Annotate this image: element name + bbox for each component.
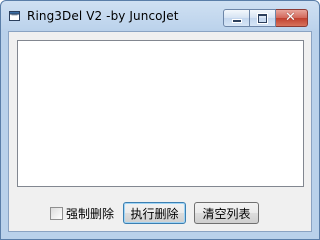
minimize-icon — [233, 20, 241, 22]
client-area: 强制删除 执行删除 清空列表 — [8, 31, 312, 232]
execute-delete-button[interactable]: 执行删除 — [123, 202, 186, 224]
force-delete-label: 强制删除 — [66, 206, 115, 221]
window-title: Ring3Del V2 -by JuncoJet — [27, 9, 179, 23]
title-bar[interactable]: Ring3Del V2 -by JuncoJet ✕ — [1, 1, 319, 31]
app-window: Ring3Del V2 -by JuncoJet ✕ 强制删除 执行删除 清空列… — [0, 0, 320, 240]
close-icon: ✕ — [285, 10, 296, 25]
force-delete-option[interactable]: 强制删除 — [50, 205, 114, 221]
maximize-button[interactable] — [250, 9, 276, 27]
clear-list-button[interactable]: 清空列表 — [194, 202, 259, 224]
close-button[interactable]: ✕ — [276, 9, 308, 27]
maximize-icon — [258, 14, 267, 23]
file-list[interactable] — [17, 40, 304, 187]
app-window-icon — [9, 11, 20, 21]
minimize-button[interactable] — [223, 9, 250, 27]
force-delete-checkbox[interactable] — [50, 206, 63, 220]
